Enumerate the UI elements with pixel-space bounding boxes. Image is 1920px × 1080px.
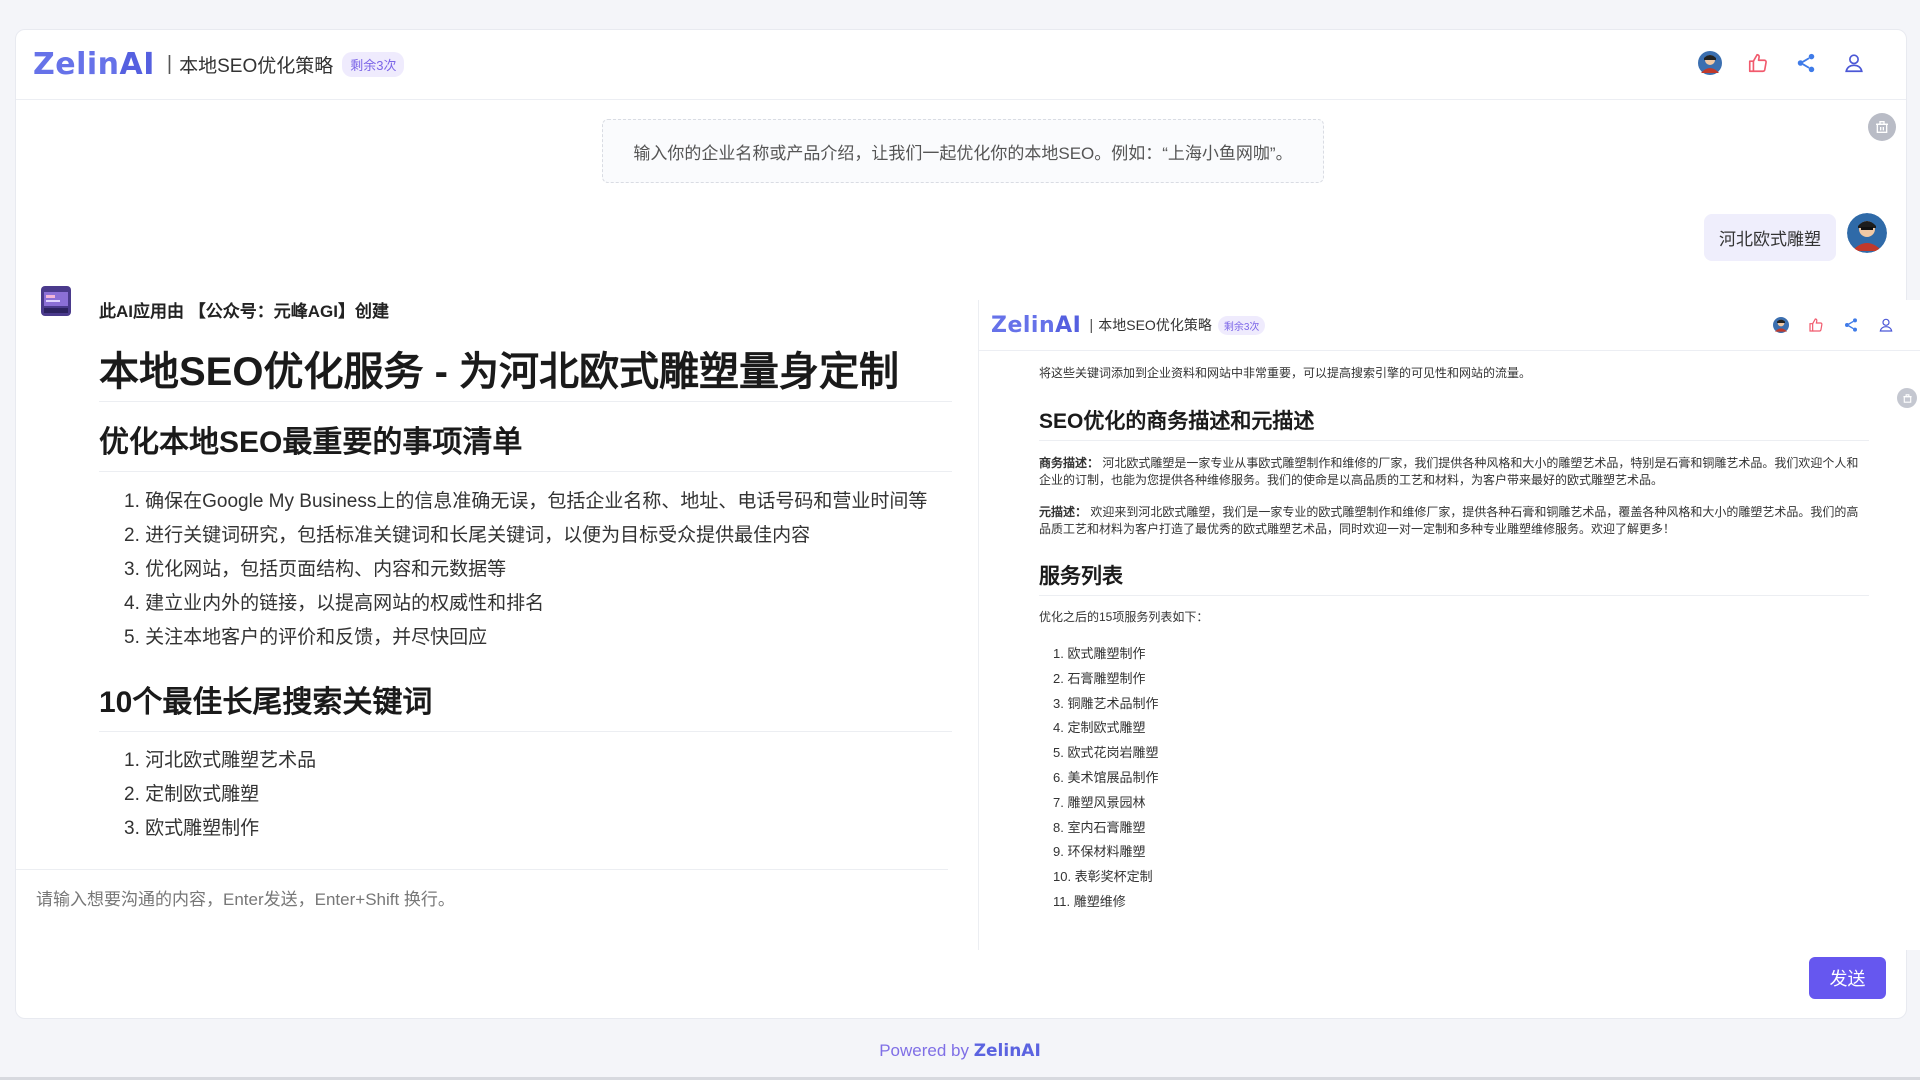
send-button[interactable]: 发送 xyxy=(1809,957,1886,999)
logo: ZelinAI xyxy=(33,47,155,82)
logo-text: ZelinAI xyxy=(33,47,155,82)
title-separator: | xyxy=(166,53,173,75)
services-intro: 优化之后的15项服务列表如下： xyxy=(1039,610,1209,624)
business-description: 商务描述： 河北欧式雕塑是一家专业从事欧式雕塑制作和维修的厂家，我们提供各种风格… xyxy=(1039,456,1859,487)
list-item: 8. 室内石膏雕塑 xyxy=(1053,819,1146,835)
user-icon[interactable] xyxy=(1842,51,1866,75)
footer: Powered by ZelinAI xyxy=(0,1041,1920,1061)
divider xyxy=(99,471,952,472)
avatar[interactable] xyxy=(1698,51,1722,75)
user-message-text: 河北欧式雕塑 xyxy=(1719,230,1821,249)
screenshot-title: 本地SEO优化策略 xyxy=(1098,317,1212,333)
list-item: 4. 定制欧式雕塑 xyxy=(1053,720,1146,736)
screenshot-top-text: 将这些关键词添加到企业资料和网站中非常重要，可以提高搜索引擎的可见性和网站的流量… xyxy=(1039,366,1532,380)
user-avatar xyxy=(1847,213,1887,253)
intro-text: 输入你的企业名称或产品介绍，让我们一起优化你的本地SEO。例如：“上海小鱼网咖”… xyxy=(633,143,1293,163)
divider xyxy=(99,401,952,402)
meta-description: 元描述： 欢迎来到河北欧式雕塑，我们是一家专业的欧式雕塑制作和维修厂家，提供各种… xyxy=(1039,505,1859,536)
list-item: 3. 优化网站，包括页面结构、内容和元数据等 xyxy=(124,559,507,580)
thumbs-up-icon[interactable] xyxy=(1746,51,1770,75)
message-input-area[interactable]: 请输入想要沟通的内容，Enter发送，Enter+Shift 换行。 xyxy=(16,869,1906,1019)
list-item: 4. 建立业内外的链接，以提高网站的权威性和排名 xyxy=(124,593,545,614)
section-heading: 10个最佳长尾搜索关键词 xyxy=(99,686,433,719)
screenshot-section-heading: 服务列表 xyxy=(1039,565,1123,588)
bot-message-title: 本地SEO优化服务 - 为河北欧式雕塑量身定制 xyxy=(99,350,900,394)
avatar xyxy=(1772,316,1790,334)
creator-note: 此AI应用由 【公众号：元峰AGI】创建 xyxy=(99,302,389,321)
list-item: 2. 定制欧式雕塑 xyxy=(124,784,260,805)
screenshot-header: ZelinAI | 本地SEO优化策略 剩余3次 xyxy=(979,300,1920,351)
list-item: 9. 环保材料雕塑 xyxy=(1053,844,1146,860)
list-item: 5. 欧式花岗岩雕塑 xyxy=(1053,745,1159,761)
footer-brand-link[interactable]: ZelinAI xyxy=(974,1041,1041,1061)
list-item: 7. 雕塑风景园林 xyxy=(1053,794,1146,810)
app-header: ZelinAI | 本地SEO优化策略 剩余3次 xyxy=(16,30,1906,100)
header-actions xyxy=(1698,51,1866,75)
share-icon xyxy=(1842,316,1860,334)
divider xyxy=(99,731,952,732)
embedded-screenshot: ZelinAI | 本地SEO优化策略 剩余3次 将这些关键词添加到企业资料和网… xyxy=(978,300,1920,950)
keyword-list: 1. 河北欧式雕塑艺术品 2. 定制欧式雕塑 3. 欧式雕塑制作 xyxy=(124,744,316,846)
main-card: ZelinAI | 本地SEO优化策略 剩余3次 输入你的企业名称或产品介绍，让… xyxy=(15,29,1920,1019)
page-title: 本地SEO优化策略 xyxy=(179,56,334,77)
divider xyxy=(1039,595,1869,596)
divider xyxy=(16,869,948,870)
list-item: 3. 铜雕艺术品制作 xyxy=(1053,695,1159,711)
screenshot-quota-badge: 剩余3次 xyxy=(1217,315,1266,335)
user-icon xyxy=(1877,316,1895,334)
list-item: 6. 美术馆展品制作 xyxy=(1053,769,1159,785)
bot-message: 此AI应用由 【公众号：元峰AGI】创建 本地SEO优化服务 - 为河北欧式雕塑… xyxy=(84,283,952,901)
list-item: 2. 石膏雕塑制作 xyxy=(1053,670,1146,686)
list-item: 3. 欧式雕塑制作 xyxy=(124,818,260,839)
powered-by-text: Powered by xyxy=(879,1041,974,1060)
list-item: 5. 关注本地客户的评价和反馈，并尽快回应 xyxy=(124,627,488,648)
section-heading: 优化本地SEO最重要的事项清单 xyxy=(99,426,523,459)
list-item: 1. 河北欧式雕塑艺术品 xyxy=(124,750,317,771)
checklist: 1. 确保在Google My Business上的信息准确无误，包括企业名称、… xyxy=(124,485,927,655)
user-message: 河北欧式雕塑 xyxy=(1704,214,1836,261)
quota-badge: 剩余3次 xyxy=(342,52,405,77)
share-icon[interactable] xyxy=(1794,51,1818,75)
clear-chat-button[interactable] xyxy=(1868,113,1896,141)
list-item: 2. 进行关键词研究，包括标准关键词和长尾关键词，以便为目标受众提供最佳内容 xyxy=(124,525,811,546)
list-item: 1. 确保在Google My Business上的信息准确无误，包括企业名称、… xyxy=(124,491,928,512)
screenshot-content: 将这些关键词添加到企业资料和网站中非常重要，可以提高搜索引擎的可见性和网站的流量… xyxy=(1039,352,1895,950)
intro-prompt: 输入你的企业名称或产品介绍，让我们一起优化你的本地SEO。例如：“上海小鱼网咖”… xyxy=(602,119,1324,183)
bot-avatar xyxy=(41,286,71,316)
message-input[interactable]: 请输入想要沟通的内容，Enter发送，Enter+Shift 换行。 xyxy=(36,885,455,910)
list-item: 1. 欧式雕塑制作 xyxy=(1053,646,1146,661)
title-separator: | xyxy=(1089,316,1094,334)
screenshot-section-heading: SEO优化的商务描述和元描述 xyxy=(1039,410,1315,433)
screenshot-header-actions xyxy=(1772,316,1895,334)
divider xyxy=(1039,440,1869,441)
screenshot-logo: ZelinAI xyxy=(991,312,1082,338)
screenshot-clear-icon xyxy=(1897,388,1917,408)
thumbs-up-icon xyxy=(1807,316,1825,334)
